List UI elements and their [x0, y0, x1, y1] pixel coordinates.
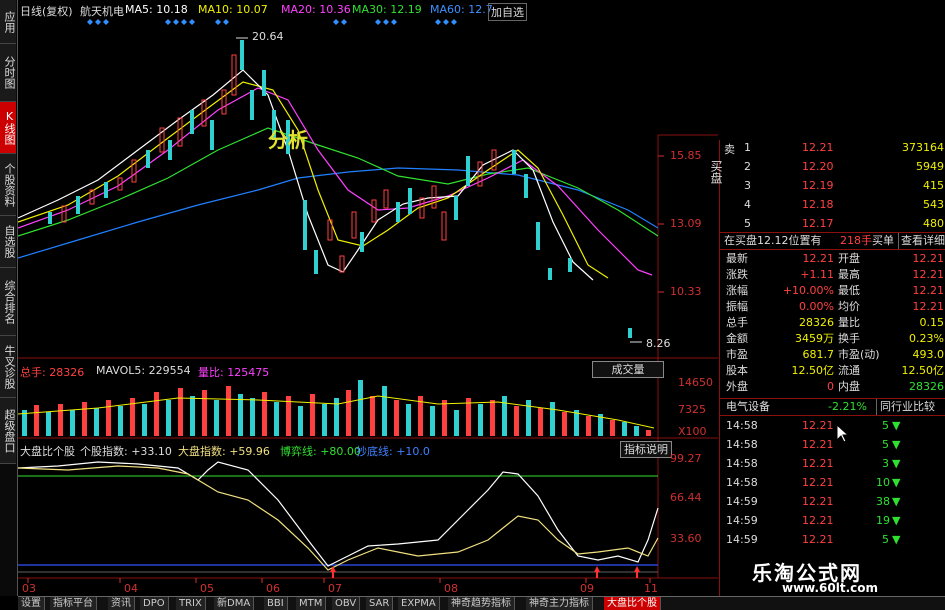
bottom-line-label: 抄底线: +10.0 — [356, 445, 430, 458]
down-arrow-icon: ▼ — [892, 476, 901, 489]
bottom-tab-bar: 设置 指标平台 资讯 DPO TRIX 新DMA BBI MTM OBV SAR… — [18, 596, 945, 610]
tab-magic-main[interactable]: 神奇主力指标 — [526, 597, 593, 610]
kline-svg — [18, 19, 718, 583]
tab-bbi[interactable]: BBI — [264, 597, 288, 610]
order-level-4[interactable]: 4 12.18 543 — [720, 197, 945, 213]
x-label-09: 09 — [580, 582, 594, 595]
down-arrow-icon: ▼ — [892, 514, 901, 527]
quote-row-pe: 市盈 681.7 市盈(动) 493.0 — [726, 348, 944, 361]
candles — [48, 40, 632, 338]
down-arrow-icon: ▼ — [892, 419, 901, 432]
watermark-url: www.60lt.com — [782, 581, 879, 595]
tab-news[interactable]: 资讯 — [108, 597, 135, 610]
quote-row-change: 涨跌 +1.11 最高 12.21 — [726, 268, 944, 281]
down-arrow-icon: ▼ — [892, 495, 901, 508]
quote-row-shares: 股本 12.50亿 流通 12.50亿 — [726, 364, 944, 377]
tab-obv[interactable]: OBV — [332, 597, 361, 610]
x-label-04: 04 — [124, 582, 138, 595]
quote-panel: 卖 买盘 1 12.21 373164 2 12.20 5949 3 12.19 415 4… — [709, 140, 945, 596]
sector-bar[interactable]: 电气设备 -2.21% 同行业比较 — [720, 398, 945, 416]
x-label-07: 07 — [328, 582, 342, 595]
tab-diagnosis[interactable]: 牛叉诊股 — [0, 336, 16, 398]
tab-super-order[interactable]: 超级盘口 — [0, 398, 16, 464]
tab-indicator-platform[interactable]: 指标平台 — [50, 597, 97, 610]
tab-stock-info[interactable]: 个股资料 — [0, 154, 16, 216]
indicator-axis-2: 66.44 — [670, 491, 702, 504]
price-axis-3: 10.33 — [670, 285, 702, 298]
tab-mtm[interactable]: MTM — [296, 597, 327, 610]
tab-new-dma[interactable]: 新DMA — [214, 597, 255, 610]
quote-row-outer: 外盘 0 内盘 28326 — [726, 380, 944, 393]
volume-axis-1: 14650 — [678, 376, 713, 389]
volume-ratio: 量比: 125475 — [198, 366, 270, 379]
tab-timeshare[interactable]: 分时图 — [0, 44, 16, 102]
mavol-label: MAVOL5: 229554 — [96, 364, 191, 377]
order-level-2[interactable]: 2 12.20 5949 — [720, 159, 945, 175]
tab-market-vs-stock[interactable]: 大盘比个股 — [604, 597, 661, 610]
quote-row-pct: 涨幅 +10.00% 最低 12.21 — [726, 284, 944, 297]
quote-row-volume: 总手 28326 量比 0.15 — [726, 316, 944, 329]
tab-ranking[interactable]: 综合排名 — [0, 268, 16, 336]
tick-row: 14:58 12.21 3 ▼ — [726, 457, 901, 470]
volume-bars — [22, 380, 651, 436]
tab-dpo[interactable]: DPO — [140, 597, 169, 610]
low-price-label: 8.26 — [646, 337, 671, 350]
order-level-3[interactable]: 3 12.19 415 — [720, 178, 945, 194]
tick-row: 14:59 12.21 5 ▼ — [726, 533, 901, 546]
market-index-label: 大盘指数: +59.96 — [178, 445, 270, 458]
game-line-label: 博弈线: +80.00 — [280, 445, 361, 458]
x-label-05: 05 — [200, 582, 214, 595]
down-arrow-icon: ▼ — [892, 457, 901, 470]
indicator-help-button[interactable]: 指标说明 — [620, 441, 672, 458]
signal-diamonds — [87, 19, 457, 25]
tab-trix[interactable]: TRIX — [176, 597, 206, 610]
down-arrow-icon: ▼ — [892, 533, 901, 546]
indicator-axis-1: 99.27 — [670, 452, 702, 465]
tab-settings[interactable]: 设置 — [18, 597, 45, 610]
order-level-5[interactable]: 5 12.17 480 — [720, 216, 945, 232]
tab-sar[interactable]: SAR — [366, 597, 394, 610]
x-label-03: 03 — [22, 582, 36, 595]
tab-app[interactable]: 应用 — [0, 0, 16, 44]
indicator-name: 大盘比个股 — [20, 445, 75, 458]
x-label-08: 08 — [444, 582, 458, 595]
indicator-axis-3: 33.60 — [670, 532, 702, 545]
x-label-11: 11 — [644, 582, 658, 595]
tick-row: 14:58 12.21 10 ▼ — [726, 476, 901, 489]
volume-axis-2: 7325 — [678, 403, 706, 416]
queue-info-bar[interactable]: 在买盘12.12位置有 218手 买单 查看详细 — [720, 232, 945, 250]
volume-total: 总手: 28326 — [20, 366, 85, 379]
tick-row: 14:58 12.21 5 ▼ — [726, 419, 901, 432]
high-price-label: 20.64 — [252, 30, 284, 43]
quote-row-amount: 金额 3459万 换手 0.23% — [726, 332, 944, 345]
tick-row: 14:59 12.21 19 ▼ — [726, 514, 901, 527]
order-level-1[interactable]: 1 12.21 373164 — [720, 140, 945, 156]
tick-row: 14:58 12.21 5 ▼ — [726, 438, 901, 451]
tab-expma[interactable]: EXPMA — [398, 597, 440, 610]
overlay-text: 分析 — [268, 128, 308, 152]
down-arrow-icon: ▼ — [892, 438, 901, 451]
quote-row-amplitude: 振幅 0.00% 均价 12.21 — [726, 300, 944, 313]
tab-watchlist[interactable]: 自选股 — [0, 216, 16, 268]
watermark: 乐淘公式网 www.60lt.com — [738, 555, 945, 596]
x-label-06: 06 — [266, 582, 280, 595]
quote-row-latest: 最新 12.21 开盘 12.21 — [726, 252, 944, 265]
volume-indicator-button[interactable]: 成交量 — [592, 361, 664, 378]
industry-compare-button[interactable]: 同行业比较 — [876, 399, 935, 415]
tick-row: 14:59 12.21 38 ▼ — [726, 495, 901, 508]
price-axis-2: 13.09 — [670, 217, 702, 230]
volume-axis-unit: X100 — [678, 425, 707, 438]
tab-kline[interactable]: K线图 — [0, 102, 16, 154]
left-tab-bar: 应用 分时图 K线图 个股资料 自选股 综合排名 牛叉诊股 超级盘口 — [0, 0, 18, 596]
stock-index-label: 个股指数: +33.10 — [80, 445, 172, 458]
kline-chart-area[interactable]: 日线(复权) 航天机电 MA5: 10.18 MA10: 10.07 MA20:… — [18, 0, 718, 595]
tab-magic-trend[interactable]: 神奇趋势指标 — [448, 597, 515, 610]
mouse-cursor-icon — [836, 424, 850, 443]
